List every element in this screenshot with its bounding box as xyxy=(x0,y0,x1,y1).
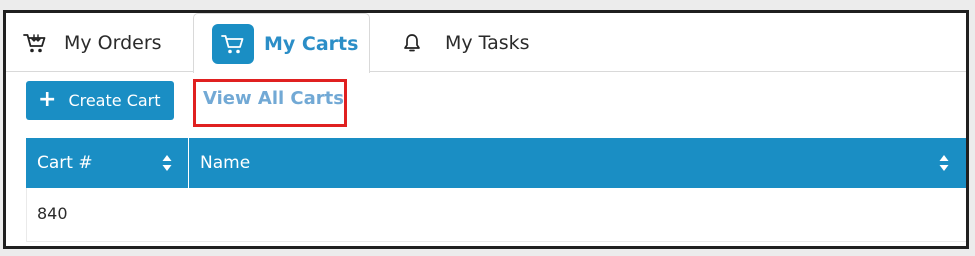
view-all-carts-link[interactable]: View All Carts xyxy=(203,88,344,109)
table-row[interactable]: 840 xyxy=(26,188,966,242)
plus-icon: + xyxy=(38,86,57,112)
shopping-cart-icon xyxy=(212,23,254,64)
tab-my-carts[interactable]: My Carts xyxy=(193,13,370,73)
sort-icon[interactable] xyxy=(162,154,172,172)
tab-label: My Tasks xyxy=(445,31,530,54)
cart-number-cell: 840 xyxy=(37,204,68,223)
bell-icon xyxy=(399,30,425,56)
table-header: Cart # Name xyxy=(26,138,966,188)
tab-bar: My Orders My Carts My Tasks xyxy=(6,13,966,73)
sort-icon[interactable] xyxy=(939,154,949,172)
app-frame: My Orders My Carts My Tasks + Create Car… xyxy=(3,10,969,249)
column-header-name[interactable]: Name xyxy=(189,138,966,188)
column-header-label: Name xyxy=(200,153,251,173)
column-header-label: Cart # xyxy=(37,153,93,173)
cart-icon xyxy=(22,30,48,56)
tab-label: My Orders xyxy=(64,31,162,54)
tab-my-tasks[interactable]: My Tasks xyxy=(399,13,530,72)
column-header-cart-number[interactable]: Cart # xyxy=(26,138,188,188)
create-cart-label: Create Cart xyxy=(68,91,161,110)
tab-my-orders[interactable]: My Orders xyxy=(22,13,162,72)
create-cart-button[interactable]: + Create Cart xyxy=(26,81,174,120)
tab-label: My Carts xyxy=(264,32,359,55)
